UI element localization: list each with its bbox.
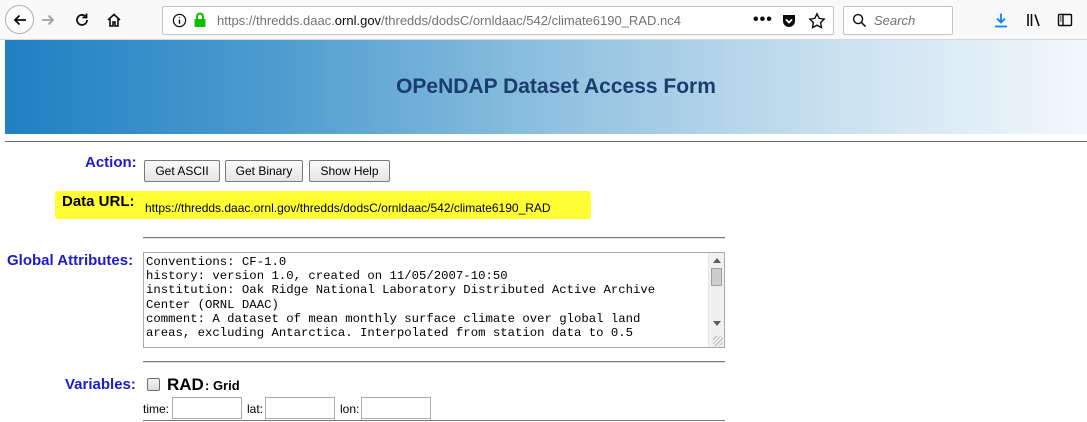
time-label: time: bbox=[143, 402, 170, 416]
get-binary-button[interactable]: Get Binary bbox=[225, 160, 303, 182]
divider bbox=[143, 237, 725, 239]
url-text[interactable]: https://thredds.daac.ornl.gov/thredds/do… bbox=[217, 13, 742, 28]
variable-name: RAD bbox=[167, 375, 204, 394]
show-help-button[interactable]: Show Help bbox=[309, 160, 390, 182]
back-icon[interactable] bbox=[5, 5, 34, 34]
data-url-label: Data URL: bbox=[62, 193, 135, 210]
forward-icon[interactable] bbox=[34, 6, 62, 34]
rad-checkbox[interactable] bbox=[147, 378, 160, 391]
star-icon[interactable] bbox=[808, 12, 826, 33]
scroll-up-icon[interactable] bbox=[713, 258, 721, 263]
url-bar[interactable]: https://thredds.daac.ornl.gov/thredds/do… bbox=[162, 6, 834, 35]
page-banner: OPeNDAP Dataset Access Form bbox=[5, 40, 1087, 134]
download-icon[interactable] bbox=[987, 6, 1015, 34]
variables-label: Variables: bbox=[65, 376, 136, 393]
action-label: Action: bbox=[85, 154, 137, 171]
pocket-icon[interactable] bbox=[781, 13, 797, 32]
search-box[interactable]: Search bbox=[843, 6, 953, 35]
more-icon[interactable]: ••• bbox=[753, 11, 773, 29]
lon-label: lon: bbox=[340, 402, 360, 416]
scroll-down-icon[interactable] bbox=[713, 321, 721, 326]
global-attributes-textarea[interactable]: Conventions: CF-1.0 history: version 1.0… bbox=[143, 252, 725, 348]
lat-input[interactable] bbox=[265, 397, 335, 419]
lat-label: lat: bbox=[247, 402, 264, 416]
lock-icon[interactable] bbox=[193, 12, 207, 31]
global-attributes-label: Global Attributes: bbox=[7, 252, 134, 269]
global-attributes-text: Conventions: CF-1.0 history: version 1.0… bbox=[146, 255, 656, 341]
lon-input[interactable] bbox=[361, 397, 431, 419]
resize-grip-icon[interactable] bbox=[713, 336, 723, 346]
sidebar-icon[interactable] bbox=[1051, 6, 1079, 34]
search-icon bbox=[852, 13, 867, 31]
get-ascii-button[interactable]: Get ASCII bbox=[144, 160, 220, 182]
data-url-field[interactable]: https://thredds.daac.ornl.gov/thredds/do… bbox=[143, 201, 585, 219]
info-icon[interactable] bbox=[172, 13, 187, 31]
search-placeholder: Search bbox=[874, 13, 916, 28]
url-fade bbox=[683, 9, 743, 33]
divider bbox=[143, 420, 725, 421]
top-divider bbox=[5, 141, 1087, 142]
library-icon[interactable] bbox=[1020, 6, 1048, 34]
attributes-scrollbar[interactable] bbox=[708, 253, 724, 347]
page-title: OPeNDAP Dataset Access Form bbox=[396, 75, 716, 98]
time-input[interactable] bbox=[172, 397, 242, 419]
divider bbox=[143, 361, 725, 363]
variable-type: : Grid bbox=[205, 378, 240, 393]
reload-icon[interactable] bbox=[68, 6, 96, 34]
home-icon[interactable] bbox=[100, 6, 128, 34]
browser-toolbar: https://thredds.daac.ornl.gov/thredds/do… bbox=[0, 0, 1087, 40]
scroll-thumb[interactable] bbox=[711, 268, 722, 286]
